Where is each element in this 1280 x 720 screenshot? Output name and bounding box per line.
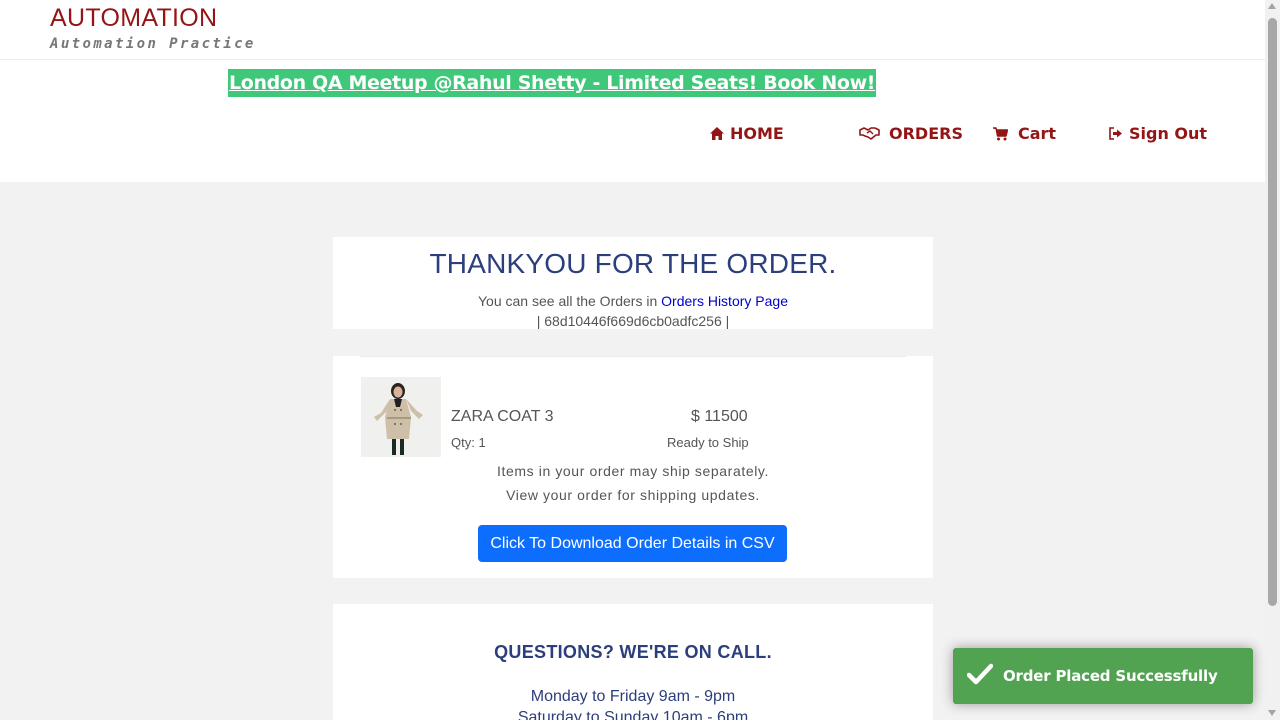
support-hours-weekday: Monday to Friday 9am - 9pm: [530, 688, 736, 705]
orders-history-line: You can see all the Orders in Orders His…: [333, 293, 933, 309]
nav-orders[interactable]: ORDERS: [859, 124, 963, 143]
brand-title: AUTOMATION: [50, 4, 218, 32]
orders-history-prefix: You can see all the Orders in: [478, 293, 662, 309]
product-name: ZARA COAT 3: [451, 408, 554, 425]
scrollbar-thumb[interactable]: [1268, 18, 1277, 606]
order-confirmation-card: THANKYOU FOR THE ORDER. You can see all …: [333, 237, 933, 329]
cart-icon: [993, 126, 1008, 141]
home-icon: [710, 127, 724, 140]
brand-logo[interactable]: AUTOMATION Automation Practice: [50, 4, 256, 52]
nav-cart-label: Cart: [1018, 124, 1057, 143]
nav-orders-label: ORDERS: [889, 124, 963, 143]
product-price: $ 11500: [691, 408, 748, 425]
support-hours-weekend: Saturday to Sunday 10am - 6pm: [517, 709, 749, 720]
nav-sign-out-label: Sign Out: [1129, 124, 1208, 143]
divider: [360, 356, 906, 357]
thank-you-heading: THANKYOU FOR THE ORDER.: [429, 248, 837, 279]
brand-subtitle: Automation Practice: [50, 36, 256, 52]
nav-home-label: HOME: [730, 124, 784, 143]
coat-product-image: [361, 377, 441, 457]
nav-cart[interactable]: Cart: [993, 124, 1056, 143]
product-status: Ready to Ship: [667, 435, 749, 450]
download-csv-button[interactable]: Click To Download Order Details in CSV: [478, 525, 787, 562]
shipping-note-1: Items in your order may ship separately.: [497, 463, 769, 479]
vertical-scrollbar[interactable]: [1265, 0, 1280, 720]
order-items-card: ZARA COAT 3 Qty: 1 $ 11500 Ready to Ship…: [333, 356, 933, 578]
promo-banner-link[interactable]: London QA Meetup @Rahul Shetty - Limited…: [229, 72, 875, 94]
site-header: AUTOMATION Automation Practice London QA…: [0, 0, 1265, 182]
checkmark-icon: [966, 663, 994, 690]
orders-history-link[interactable]: Orders History Page: [661, 293, 788, 309]
toast-message: Order Placed Successfully: [1003, 667, 1218, 685]
scroll-up-arrow-icon[interactable]: [1268, 3, 1276, 9]
promo-banner: London QA Meetup @Rahul Shetty - Limited…: [228, 69, 877, 97]
handshake-icon: [859, 127, 880, 140]
success-toast[interactable]: Order Placed Successfully: [953, 648, 1253, 704]
support-title: QUESTIONS? WE'RE ON CALL.: [494, 642, 772, 662]
order-id: | 68d10446f669d6cb0adfc256 |: [536, 313, 730, 329]
support-card: QUESTIONS? WE'RE ON CALL. Monday to Frid…: [333, 604, 933, 720]
nav-home[interactable]: HOME: [710, 124, 784, 143]
nav-sign-out[interactable]: Sign Out: [1109, 124, 1207, 143]
product-qty: Qty: 1: [451, 435, 486, 450]
shipping-note-2: View your order for shipping updates.: [506, 487, 760, 503]
scroll-down-arrow-icon[interactable]: [1268, 710, 1276, 716]
header-divider: [0, 59, 1265, 60]
sign-out-icon: [1109, 127, 1123, 140]
